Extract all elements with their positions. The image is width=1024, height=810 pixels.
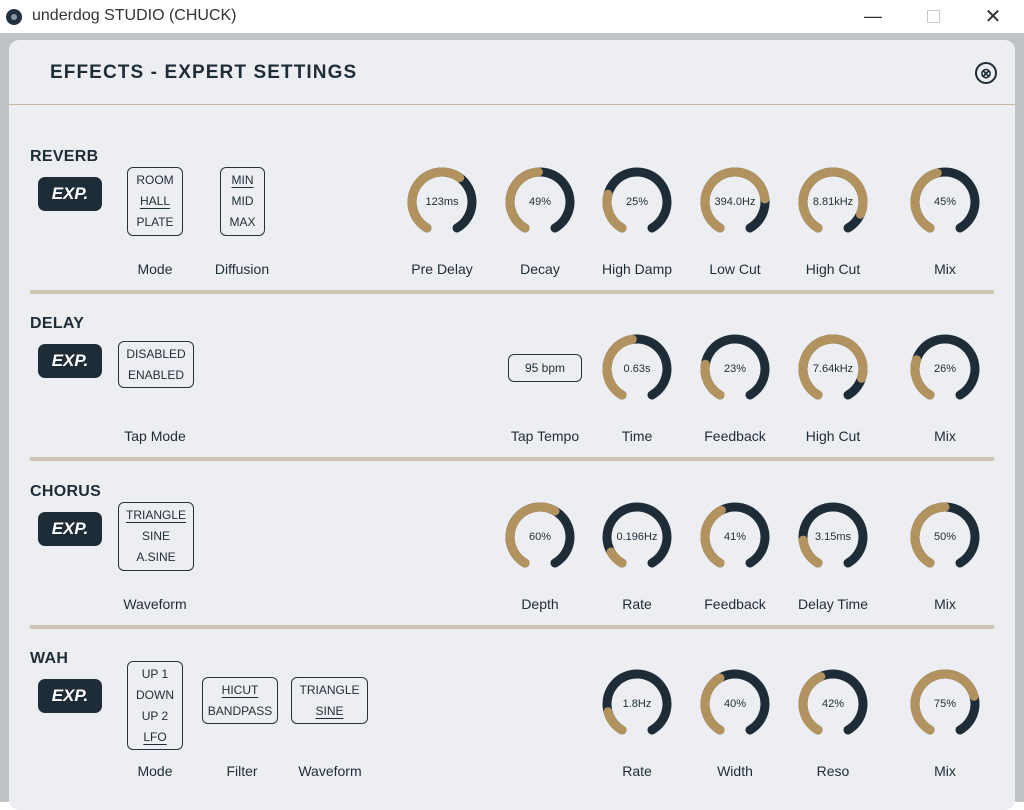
chorus-title: CHORUS (30, 483, 102, 500)
reverb-diffusion-max[interactable]: MAX (229, 212, 255, 233)
minimize-button[interactable]: — (850, 0, 896, 33)
wah-mix-knob[interactable]: 75% (909, 668, 981, 740)
reverb-mix-label: Mix (934, 261, 956, 277)
knob-value: 75% (933, 698, 957, 710)
knob-value: 1.8Hz (622, 698, 652, 710)
wah-exp-button[interactable]: EXP. (38, 679, 102, 713)
knob-value: 7.64kHz (812, 363, 854, 375)
delay-tap-mode-label: Tap Mode (124, 428, 186, 444)
maximize-icon (926, 10, 940, 23)
knob-value: 50% (933, 531, 957, 543)
knob-value: 40% (723, 698, 747, 710)
delay-mix-knob[interactable]: 26% (909, 333, 981, 405)
chorus-exp-button[interactable]: EXP. (38, 512, 102, 546)
maximize-button[interactable] (910, 0, 956, 33)
wah-filter-selector[interactable]: HICUT BANDPASS (202, 677, 278, 724)
chorus-waveform-asine[interactable]: A.SINE (136, 547, 175, 568)
section-separator (30, 625, 994, 629)
wah-mode-selector[interactable]: UP 1 DOWN UP 2 LFO (127, 661, 183, 750)
wah-waveform-selector[interactable]: TRIANGLE SINE (291, 677, 368, 724)
window-title: underdog STUDIO (CHUCK) (32, 7, 237, 24)
chorus-waveform-triangle[interactable]: TRIANGLE (126, 505, 186, 526)
section-separator (30, 457, 994, 461)
knob-value: 8.81kHz (812, 196, 854, 208)
knob-value: 394.0Hz (714, 196, 756, 208)
wah-mode-down[interactable]: DOWN (136, 685, 174, 706)
delay-feedback-knob[interactable]: 23% (699, 333, 771, 405)
delay-tap-mode-enabled[interactable]: ENABLED (128, 365, 184, 386)
panel-title: EFFECTS - EXPERT SETTINGS (50, 62, 358, 83)
chorus-delay-time-knob[interactable]: 3.15ms (797, 501, 869, 573)
delay-tap-mode-selector[interactable]: DISABLED ENABLED (118, 341, 194, 388)
reverb-pre-delay-knob[interactable]: 123ms (406, 166, 478, 238)
chorus-delay-time-label: Delay Time (797, 596, 869, 612)
reverb-high-cut-label: High Cut (805, 261, 861, 277)
reverb-mode-plate[interactable]: PLATE (136, 212, 173, 233)
title-bar: underdog STUDIO (CHUCK) — ✕ (0, 0, 1024, 33)
knob-value: 0.63s (623, 363, 651, 375)
knob-value: 49% (528, 196, 552, 208)
chorus-mix-label: Mix (934, 596, 956, 612)
reverb-title: REVERB (30, 148, 99, 165)
wah-waveform-sine[interactable]: SINE (315, 701, 343, 722)
wah-mode-lfo[interactable]: LFO (143, 727, 166, 748)
chorus-rate-knob[interactable]: 0.196Hz (601, 501, 673, 573)
wah-filter-bandpass[interactable]: BANDPASS (208, 701, 272, 722)
knob-value: 123ms (425, 196, 459, 208)
wah-filter-hicut[interactable]: HICUT (222, 680, 259, 701)
chorus-waveform-selector[interactable]: TRIANGLE SINE A.SINE (118, 502, 194, 571)
delay-tap-tempo-field[interactable]: 95 bpm (508, 354, 582, 382)
window-close-button[interactable]: ✕ (970, 0, 1016, 33)
wah-reso-knob[interactable]: 42% (797, 668, 869, 740)
delay-time-knob[interactable]: 0.63s (601, 333, 673, 405)
reverb-mode-hall[interactable]: HALL (140, 191, 170, 212)
knob-value: 0.196Hz (616, 531, 658, 543)
delay-mix-label: Mix (934, 428, 956, 444)
knob-value: 26% (933, 363, 957, 375)
reverb-low-cut-knob[interactable]: 394.0Hz (699, 166, 771, 238)
chorus-mix-knob[interactable]: 50% (909, 501, 981, 573)
wah-waveform-triangle[interactable]: TRIANGLE (299, 680, 359, 701)
wah-reso-label: Reso (816, 763, 850, 779)
wah-waveform-label: Waveform (298, 763, 362, 779)
knob-value: 60% (528, 531, 552, 543)
panel-close-icon[interactable]: ⊗ (975, 62, 997, 84)
reverb-mode-selector[interactable]: ROOM HALL PLATE (127, 167, 183, 236)
wah-width-knob[interactable]: 40% (699, 668, 771, 740)
reverb-mode-room[interactable]: ROOM (136, 170, 173, 191)
knob-value: 25% (625, 196, 649, 208)
knob-value: 41% (723, 531, 747, 543)
reverb-high-cut-knob[interactable]: 8.81kHz (797, 166, 869, 238)
effects-expert-panel: EFFECTS - EXPERT SETTINGS ⊗ REVERB EXP. … (9, 40, 1015, 810)
header-divider (9, 104, 1015, 105)
wah-mix-label: Mix (934, 763, 956, 779)
reverb-diffusion-min[interactable]: MIN (232, 170, 254, 191)
wah-mode-up2[interactable]: UP 2 (142, 706, 168, 727)
chorus-feedback-knob[interactable]: 41% (699, 501, 771, 573)
knob-value: 45% (933, 196, 957, 208)
reverb-high-damp-knob[interactable]: 25% (601, 166, 673, 238)
delay-high-cut-knob[interactable]: 7.64kHz (797, 333, 869, 405)
reverb-decay-knob[interactable]: 49% (504, 166, 576, 238)
wah-rate-knob[interactable]: 1.8Hz (601, 668, 673, 740)
knob-value: 42% (821, 698, 845, 710)
knob-value: 23% (723, 363, 747, 375)
chorus-waveform-label: Waveform (123, 596, 187, 612)
chorus-waveform-sine[interactable]: SINE (142, 526, 170, 547)
reverb-diffusion-label: Diffusion (214, 261, 270, 277)
delay-exp-button[interactable]: EXP. (38, 344, 102, 378)
wah-mode-up1[interactable]: UP 1 (142, 664, 168, 685)
wah-title: WAH (30, 650, 69, 667)
delay-title: DELAY (30, 315, 85, 332)
reverb-mix-knob[interactable]: 45% (909, 166, 981, 238)
reverb-exp-button[interactable]: EXP. (38, 177, 102, 211)
chorus-depth-knob[interactable]: 60% (504, 501, 576, 573)
reverb-diffusion-mid[interactable]: MID (232, 191, 254, 212)
delay-tap-mode-disabled[interactable]: DISABLED (126, 344, 185, 365)
reverb-diffusion-selector[interactable]: MIN MID MAX (220, 167, 265, 236)
section-separator (30, 290, 994, 294)
knob-value: 3.15ms (814, 531, 852, 543)
app-logo-icon (6, 9, 22, 25)
delay-high-cut-label: High Cut (805, 428, 861, 444)
